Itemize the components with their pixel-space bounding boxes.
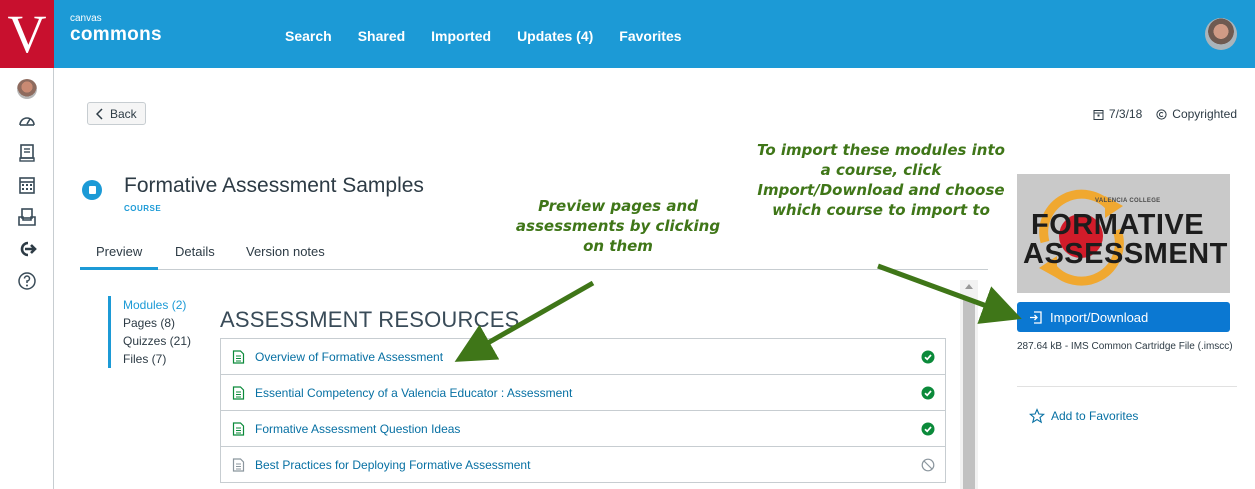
side-item-files[interactable]: Files (7): [123, 350, 191, 368]
preview-scrollbar[interactable]: [960, 280, 978, 489]
resource-link[interactable]: Formative Assessment Question Ideas: [255, 422, 460, 436]
nav-dashboard[interactable]: [0, 108, 54, 134]
user-avatar[interactable]: [1205, 18, 1237, 50]
add-to-favorites-button[interactable]: Add to Favorites: [1029, 408, 1138, 424]
commons-arrow-icon: [20, 241, 37, 257]
course-type-icon: [82, 180, 102, 200]
resource-link[interactable]: Essential Competency of a Valencia Educa…: [255, 386, 572, 400]
nav-inbox[interactable]: [0, 204, 54, 230]
thumbnail-title-line2: ASSESSMENT: [1023, 238, 1228, 270]
global-nav: V: [0, 0, 54, 489]
app-frame: V canvas commons Search Shared Imported …: [0, 0, 1255, 489]
calendar-icon: [19, 177, 35, 194]
module-title: ASSESSMENT RESOURCES: [220, 307, 520, 332]
side-item-pages[interactable]: Pages (8): [123, 314, 191, 332]
nav-shared[interactable]: Shared: [358, 28, 405, 44]
page-document-icon: [232, 385, 245, 400]
nav-calendar[interactable]: [0, 172, 54, 198]
brand-small: canvas: [70, 13, 102, 24]
content-type-list: Modules (2) Pages (8) Quizzes (21) Files…: [108, 296, 191, 368]
copyright-icon: [1156, 108, 1167, 120]
resource-list: Overview of Formative Assessment Essenti…: [220, 338, 946, 483]
nav-imported[interactable]: Imported: [431, 28, 491, 44]
inbox-icon: [18, 208, 36, 226]
nav-commons[interactable]: [0, 236, 54, 262]
resource-thumbnail: VALENCIA COLLEGE FORMATIVE ASSESSMENT: [1017, 174, 1230, 293]
resource-type-label: COURSE: [124, 204, 162, 213]
resource-row[interactable]: Formative Assessment Question Ideas: [221, 411, 945, 447]
account-avatar: [17, 79, 37, 99]
annotation-preview-tip: Preview pages and assessments by clickin…: [515, 197, 721, 255]
annotation-import-tip: To import these modules into a course, c…: [757, 141, 1005, 219]
resource-link[interactable]: Best Practices for Deploying Formative A…: [255, 458, 530, 472]
scroll-up-arrow-icon[interactable]: [965, 284, 973, 289]
valencia-logo[interactable]: V: [0, 0, 54, 68]
back-label: Back: [110, 106, 137, 121]
arrow-to-import-button: [877, 263, 1022, 324]
license-meta: Copyrighted: [1156, 107, 1237, 121]
tab-preview[interactable]: Preview: [80, 244, 159, 270]
calendar-small-icon: [1093, 109, 1104, 120]
license-text: Copyrighted: [1172, 107, 1237, 121]
import-label: Import/Download: [1050, 309, 1149, 325]
brand-big: commons: [70, 24, 162, 45]
top-bar: canvas commons Search Shared Imported Up…: [54, 0, 1255, 68]
file-info: 287.64 kB - IMS Common Cartridge File (.…: [1017, 341, 1233, 352]
not-allowed-icon: [921, 458, 935, 472]
top-nav: Search Shared Imported Updates (4) Favor…: [285, 28, 708, 44]
side-item-modules[interactable]: Modules (2): [123, 296, 191, 314]
date-meta: 7/3/18: [1093, 107, 1142, 121]
scrollbar-thumb[interactable]: [963, 300, 975, 489]
page-document-icon: [232, 349, 245, 364]
resource-row[interactable]: Best Practices for Deploying Formative A…: [221, 447, 945, 483]
help-icon: [18, 272, 36, 290]
nav-updates[interactable]: Updates (4): [517, 28, 593, 44]
nav-courses[interactable]: [0, 140, 54, 166]
tab-details[interactable]: Details: [175, 244, 215, 259]
courses-icon: [19, 144, 35, 162]
resource-meta: 7/3/18 Copyrighted: [1093, 107, 1237, 121]
back-button[interactable]: Back: [87, 102, 146, 125]
resource-title: Formative Assessment Samples: [124, 174, 424, 197]
divider: [1017, 386, 1237, 387]
resource-row[interactable]: Essential Competency of a Valencia Educa…: [221, 375, 945, 411]
page-document-icon: [232, 421, 245, 436]
resource-row[interactable]: Overview of Formative Assessment: [221, 339, 945, 375]
import-download-button[interactable]: Import/Download: [1017, 302, 1230, 332]
date-text: 7/3/18: [1108, 107, 1143, 121]
nav-search[interactable]: Search: [285, 28, 332, 44]
import-icon: [1030, 310, 1042, 324]
chevron-left-icon: [96, 107, 103, 120]
commons-brand[interactable]: canvas commons: [70, 14, 162, 46]
nav-favorites[interactable]: Favorites: [619, 28, 681, 44]
resource-link[interactable]: Overview of Formative Assessment: [255, 350, 443, 364]
nav-account-avatar[interactable]: [0, 76, 54, 102]
favorites-label: Add to Favorites: [1051, 409, 1139, 423]
side-item-quizzes[interactable]: Quizzes (21): [123, 332, 191, 350]
thumbnail-college-name: VALENCIA COLLEGE: [1095, 198, 1161, 204]
check-circle-icon: [921, 386, 935, 400]
check-circle-icon: [921, 422, 935, 436]
check-circle-icon: [921, 350, 935, 364]
nav-help[interactable]: [0, 268, 54, 294]
star-icon: [1029, 408, 1045, 424]
page-document-icon: [232, 457, 245, 472]
dashboard-icon: [19, 117, 35, 126]
tab-version-notes[interactable]: Version notes: [246, 244, 325, 259]
